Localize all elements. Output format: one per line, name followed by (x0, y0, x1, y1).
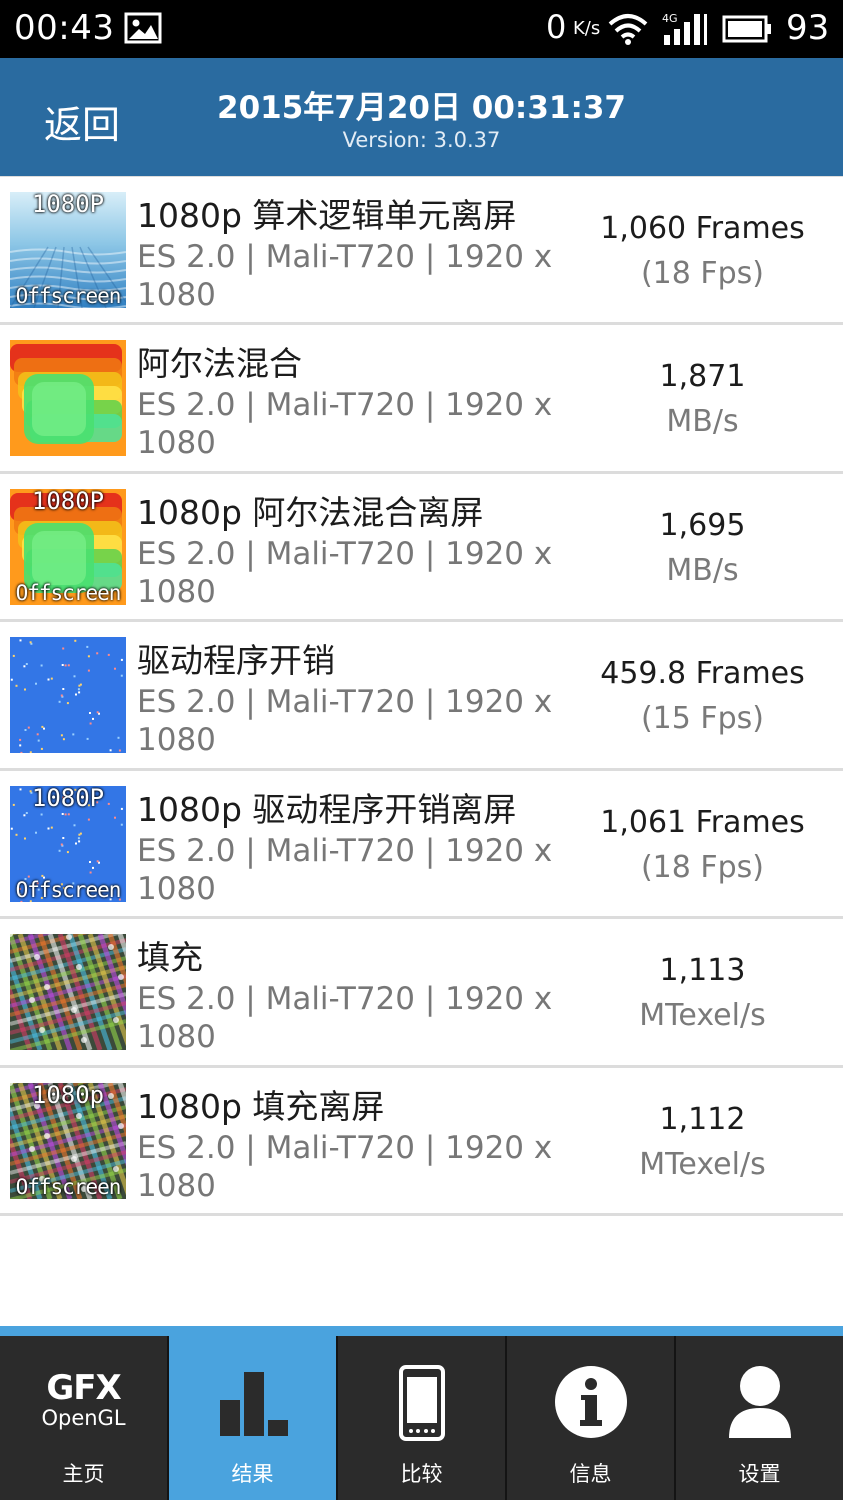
test-api-device: ES 2.0 | Mali-T720 | 1920 x (137, 535, 553, 572)
status-bar: 00:43 0 K/s 4G 93 (0, 0, 843, 58)
test-api-device: ES 2.0 | Mali-T720 | 1920 x (137, 387, 553, 423)
test-score: 459.8 Frames (600, 656, 805, 691)
offscreen-badge: Offscreen (15, 877, 122, 902)
test-resolution: 1080 (137, 276, 216, 313)
test-thumbnail: 1080P Offscreen (10, 785, 126, 902)
test-score-unit: MTexel/s (639, 998, 766, 1033)
gfx-opengl-logo: GFX OpenGL (41, 1368, 126, 1430)
nav-compare-label: 比较 (400, 1462, 443, 1486)
result-row[interactable]: 阿尔法混合 ES 2.0 | Mali-T720 | 1920 x 1080 1,87… (0, 325, 843, 474)
offscreen-badge: Offscreen (15, 580, 122, 605)
user-icon (728, 1366, 791, 1438)
resolution-badge: 1080P (31, 488, 105, 515)
resolution-badge: 1080p (31, 1082, 105, 1109)
nav-compare[interactable]: 比较 (338, 1336, 507, 1500)
test-score: 1,113 (659, 953, 746, 988)
nav-info[interactable]: 信息 (507, 1336, 676, 1500)
test-score-unit: (15 Fps) (640, 701, 765, 736)
result-row[interactable]: 驱动程序开销 ES 2.0 | Mali-T720 | 1920 x 1080 459… (0, 622, 843, 771)
resolution-badge: 1080P (31, 191, 105, 218)
test-thumbnail: 1080P Offscreen (10, 191, 126, 308)
phone-icon (398, 1365, 445, 1441)
test-resolution: 1080 (137, 1019, 216, 1055)
test-name: 1080p 驱动程序开销离屏 (137, 789, 517, 829)
test-score: 1,061 Frames (600, 804, 805, 840)
result-row[interactable]: 填充 ES 2.0 | Mali-T720 | 1920 x 1080 1,113 MT… (0, 919, 843, 1068)
test-thumbnail: 1080P Offscreen (10, 488, 126, 605)
test-score: 1,112 (659, 1101, 746, 1137)
test-name: 1080p 算术逻辑单元离屏 (137, 195, 517, 235)
status-time: 00:43 (14, 8, 115, 48)
test-name: 填充 (137, 938, 203, 977)
results-list[interactable]: 1080p 算术逻辑单元ES 2.0 | Mali-T720 | 1920 x1… (0, 176, 843, 1326)
test-api-device: ES 2.0 | Mali-T720 | 1920 x (137, 832, 553, 869)
offscreen-badge: Offscreen (15, 283, 122, 308)
resolution-badge: 1080P (31, 785, 105, 812)
test-api-device: ES 2.0 | Mali-T720 | 1920 x (137, 684, 553, 720)
test-api-device: ES 2.0 | Mali-T720 | 1920 x (137, 238, 553, 275)
svg-text:4G: 4G (662, 12, 678, 25)
test-thumbnail (10, 340, 126, 456)
nav-info-label: 信息 (569, 1462, 612, 1486)
battery-icon (722, 15, 771, 43)
test-score: 1,871 (659, 359, 746, 394)
test-resolution: 1080 (137, 1167, 216, 1204)
test-resolution: 1080 (137, 573, 216, 610)
test-name: 驱动程序开销 (137, 641, 335, 680)
result-row[interactable]: 1080P Offscreen 1080p 算术逻辑单元离屏 ES 2.0 | Mal… (0, 177, 843, 325)
nav-settings-label: 设置 (738, 1462, 781, 1486)
info-icon (554, 1366, 627, 1438)
offscreen-badge: Offscreen (15, 1174, 122, 1199)
signal-4g-icon: 4G (662, 12, 707, 45)
nav-home-label: 主页 (62, 1462, 105, 1486)
bar-chart-icon (219, 1372, 288, 1436)
nav-results[interactable]: 结果 (169, 1336, 338, 1500)
net-speed-unit: K/s (573, 18, 601, 39)
test-api-device: ES 2.0 | Mali-T720 | 1920 x (137, 981, 553, 1017)
test-resolution: 1080 (137, 722, 216, 758)
result-row[interactable]: 1080P Offscreen 1080p 驱动程序开销离屏 ES 2.0 | Mal… (0, 771, 843, 919)
image-notification-icon (124, 12, 162, 44)
result-row[interactable]: 1080p Offscreen 1080p 填充离屏 ES 2.0 | Mali-T7… (0, 1068, 843, 1216)
test-score-unit: MB/s (666, 552, 739, 588)
test-name: 1080p 填充离屏 (137, 1086, 385, 1126)
test-score-unit: MTexel/s (639, 1146, 766, 1182)
test-name: 1080p 阿尔法混合离屏 (137, 492, 484, 532)
header-bar: 返回 2015年7月20日 00:31:37 Version: 3.0.37 (0, 58, 843, 176)
nav-home[interactable]: GFX OpenGL 主页 (0, 1336, 169, 1500)
battery-level: 93 (786, 8, 830, 48)
nav-results-label: 结果 (231, 1462, 274, 1486)
test-score: 1,060 Frames (600, 210, 805, 246)
test-score-unit: MB/s (666, 404, 739, 439)
bottom-nav: GFX OpenGL 主页 结果 比较 信息 设置 (0, 1326, 843, 1500)
test-resolution: 1080 (137, 425, 216, 461)
nav-settings[interactable]: 设置 (676, 1336, 843, 1500)
result-row[interactable]: 1080P Offscreen 1080p 阿尔法混合离屏 ES 2.0 | Mali… (0, 474, 843, 622)
test-score: 1,695 (659, 507, 746, 543)
version-label: Version: 3.0.37 (342, 128, 501, 152)
test-thumbnail (10, 637, 126, 753)
test-thumbnail: 1080p Offscreen (10, 1082, 126, 1199)
test-score-unit: (18 Fps) (640, 849, 765, 885)
net-speed-value: 0 (546, 8, 567, 46)
wifi-icon (608, 14, 648, 45)
test-thumbnail (10, 934, 126, 1050)
test-resolution: 1080 (137, 870, 216, 907)
test-api-device: ES 2.0 | Mali-T720 | 1920 x (137, 1129, 553, 1166)
result-datetime-title: 2015年7月20日 00:31:37 (217, 90, 626, 126)
test-score-unit: (18 Fps) (640, 255, 765, 291)
test-name: 阿尔法混合 (137, 344, 302, 383)
